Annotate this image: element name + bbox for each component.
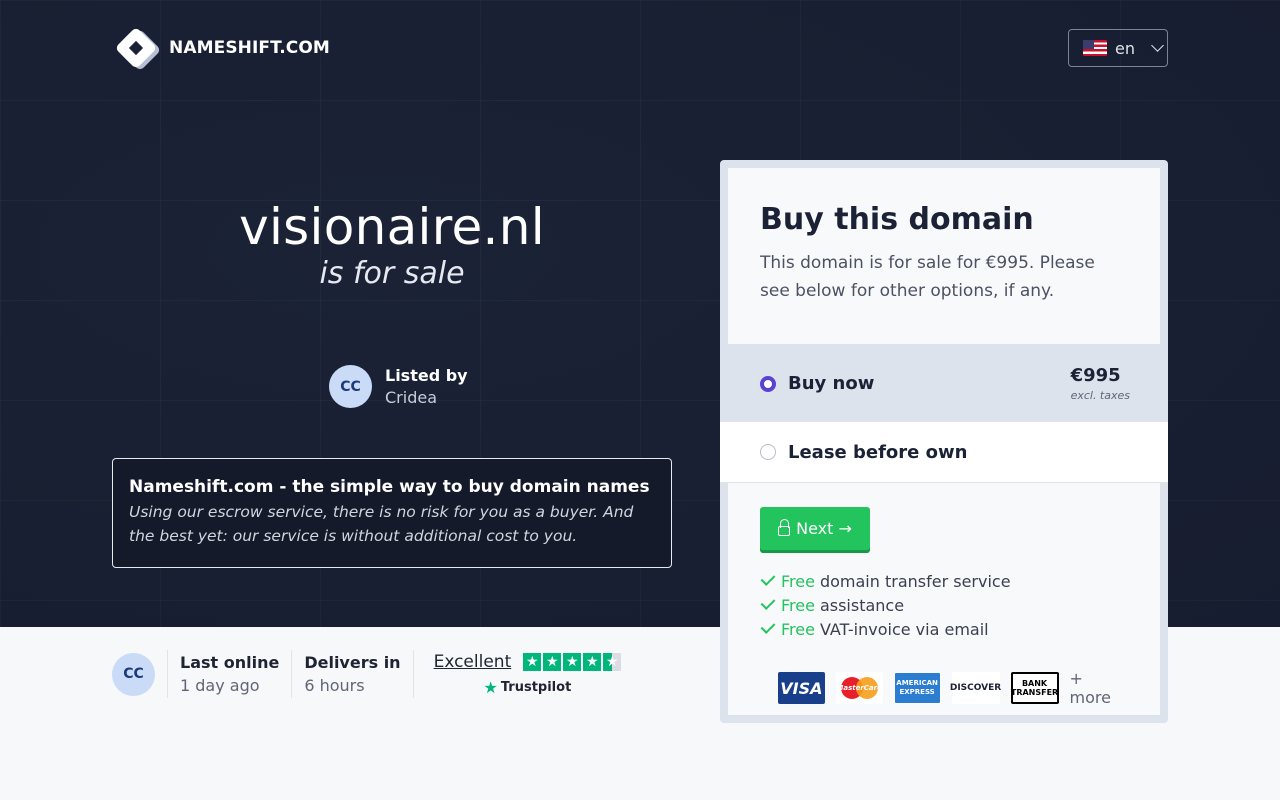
- check-icon: [760, 571, 776, 586]
- lock-icon: [778, 519, 791, 536]
- free-label: Free: [781, 595, 815, 615]
- language-code: en: [1115, 38, 1135, 58]
- price-note: excl. taxes: [1070, 389, 1130, 402]
- buy-domain-card: Buy this domain This domain is for sale …: [720, 160, 1168, 723]
- star-icon: ★: [543, 652, 562, 671]
- seller-stats: CC Last online 1 day ago Delivers in 6 h…: [112, 650, 622, 698]
- option-lease[interactable]: Lease before own: [720, 422, 1168, 482]
- feature-text: VAT-invoice via email: [819, 619, 989, 639]
- brand-name: NAMESHIFT.COM: [169, 38, 330, 58]
- radio-selected[interactable]: [760, 375, 776, 392]
- free-label: Free: [781, 619, 815, 639]
- card-title: Buy this domain: [760, 202, 1034, 237]
- stat-delivers: Delivers in 6 hours: [291, 650, 412, 698]
- visa-icon: VISA: [778, 672, 825, 704]
- domain-name: visionaire.nl: [239, 198, 545, 256]
- chevron-down-icon: [1151, 39, 1164, 52]
- info-text: Using our escrow service, there is no ri…: [129, 503, 634, 545]
- radio-unselected[interactable]: [760, 444, 776, 460]
- trustpilot-widget[interactable]: Excellent ★ ★ ★ ★ ★ ★ Trustpilot: [412, 650, 622, 698]
- next-label: Next →: [796, 519, 852, 538]
- star-icon: ★: [583, 652, 602, 671]
- payment-methods: VISA MasterCard AMERICAN EXPRESS DISCOVE…: [760, 669, 1128, 707]
- us-flag-icon: [1083, 40, 1107, 56]
- feature-item: Free VAT-invoice via email: [760, 617, 1128, 641]
- feature-item: Free domain transfer service: [760, 569, 1128, 593]
- check-icon: [760, 595, 776, 610]
- language-selector[interactable]: en: [1068, 29, 1168, 67]
- more-payments: + more: [1069, 669, 1111, 707]
- feature-text: domain transfer service: [819, 571, 1011, 591]
- seller-avatar-small: CC: [112, 652, 155, 696]
- seller-info: CC Listed by Cridea: [329, 365, 468, 408]
- option-label: Buy now: [788, 373, 875, 394]
- mastercard-icon: MasterCard: [835, 672, 883, 704]
- domain-tagline: is for sale: [319, 256, 465, 291]
- seller-name: Cridea: [385, 388, 437, 407]
- discover-icon: DISCOVER: [950, 672, 1001, 704]
- option-buy-now[interactable]: Buy now €995 excl. taxes: [720, 345, 1168, 422]
- seller-avatar: CC: [329, 365, 372, 408]
- rating-stars: ★ ★ ★ ★ ★: [523, 652, 622, 671]
- feature-list: Free domain transfer service Free assist…: [760, 569, 1128, 641]
- nameshift-logo-icon: [112, 24, 162, 72]
- info-box: Nameshift.com - the simple way to buy do…: [112, 458, 672, 568]
- star-icon: ★: [563, 652, 582, 671]
- next-button[interactable]: Next →: [760, 507, 870, 550]
- price-block: €995 excl. taxes: [1071, 365, 1130, 402]
- amex-icon: AMERICAN EXPRESS: [893, 672, 941, 704]
- check-icon: [760, 619, 776, 634]
- card-description: This domain is for sale for €995. Please…: [760, 253, 1095, 301]
- stat-label: Delivers in: [304, 653, 401, 672]
- half-star-icon: ★: [603, 652, 622, 671]
- trustpilot-star-icon: ★: [483, 677, 498, 697]
- trust-rating-word[interactable]: Excellent: [434, 652, 512, 672]
- price-amount: €995: [1070, 365, 1121, 386]
- option-label: Lease before own: [788, 441, 968, 463]
- stat-value: 6 hours: [304, 676, 365, 695]
- trustpilot-label: Trustpilot: [500, 679, 572, 695]
- stat-label: Last online: [180, 653, 280, 672]
- info-heading: Nameshift.com - the simple way to buy do…: [129, 477, 650, 497]
- listed-by-label: Listed by: [385, 366, 468, 385]
- bank-transfer-icon: BANK TRANSFER: [1010, 672, 1059, 704]
- trustpilot-logo: ★ Trustpilot: [484, 678, 572, 697]
- brand-logo[interactable]: NAMESHIFT.COM: [112, 24, 330, 72]
- star-icon: ★: [523, 652, 542, 671]
- stat-value: 1 day ago: [180, 676, 260, 695]
- feature-text: assistance: [819, 595, 905, 615]
- free-label: Free: [781, 571, 815, 591]
- stat-last-online: Last online 1 day ago: [167, 650, 291, 698]
- feature-item: Free assistance: [760, 593, 1128, 617]
